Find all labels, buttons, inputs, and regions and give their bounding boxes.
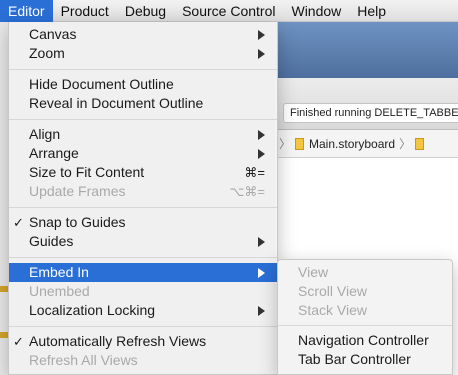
menu-item-canvas[interactable]: Canvas xyxy=(9,25,277,44)
file-marker-icon xyxy=(0,286,8,292)
menu-separator xyxy=(278,325,452,326)
menu-item-localization-locking[interactable]: Localization Locking xyxy=(9,301,277,320)
menu-item-update-frames: Update Frames ⌥⌘= xyxy=(9,182,277,201)
left-strip xyxy=(0,22,8,375)
embed-in-submenu: View Scroll View Stack View Navigation C… xyxy=(277,259,453,375)
menu-item-snap-to-guides[interactable]: ✓ Snap to Guides xyxy=(9,213,277,232)
submenu-item-label: Navigation Controller xyxy=(298,332,429,348)
checkmark-icon: ✓ xyxy=(13,215,24,230)
menu-separator xyxy=(9,207,277,208)
storyboard-file-icon xyxy=(295,137,305,150)
window-background xyxy=(275,22,458,78)
menu-item-embed-in[interactable]: Embed In xyxy=(9,263,277,282)
menu-item-label: Size to Fit Content xyxy=(29,164,145,180)
submenu-arrow-icon xyxy=(258,130,265,140)
file-marker-icon xyxy=(0,332,8,338)
checkmark-icon: ✓ xyxy=(13,334,24,349)
menu-item-label: Embed In xyxy=(29,264,89,280)
submenu-item-navigation-controller[interactable]: Navigation Controller xyxy=(278,331,452,350)
submenu-item-label: View xyxy=(298,264,329,280)
submenu-item-view: View xyxy=(278,263,452,282)
menu-item-zoom[interactable]: Zoom xyxy=(9,44,277,63)
menu-item-unembed: Unembed xyxy=(9,282,277,301)
menu-item-size-to-fit-content[interactable]: Size to Fit Content ⌘= xyxy=(9,163,277,182)
menu-item-label: Canvas xyxy=(29,26,77,42)
chevron-right-icon: 〉 xyxy=(399,137,412,151)
menu-item-guides[interactable]: Guides xyxy=(9,232,277,251)
breadcrumb-item[interactable]: Main.storyboard xyxy=(295,137,395,151)
menu-separator xyxy=(9,119,277,120)
menu-item-label: Refresh All Views xyxy=(29,352,138,368)
menu-shortcut: ⌘= xyxy=(244,165,265,180)
menu-item-label: Zoom xyxy=(29,45,65,61)
breadcrumb-label: Main.storyboard xyxy=(309,136,396,151)
menu-separator xyxy=(9,257,277,258)
menu-item-refresh-all-views: Refresh All Views xyxy=(9,351,277,370)
menu-item-label: Align xyxy=(29,126,61,142)
chevron-right-icon: 〉 xyxy=(279,137,292,151)
menu-window[interactable]: Window xyxy=(283,0,349,22)
submenu-arrow-icon xyxy=(258,49,265,59)
submenu-item-stack-view: Stack View xyxy=(278,301,452,320)
submenu-item-tab-bar-controller[interactable]: Tab Bar Controller xyxy=(278,350,452,369)
storyboard-file-icon xyxy=(415,137,425,150)
menu-item-automatically-refresh-views[interactable]: ✓ Automatically Refresh Views xyxy=(9,332,277,351)
menu-source-control[interactable]: Source Control xyxy=(174,0,283,22)
menu-help[interactable]: Help xyxy=(349,0,394,22)
submenu-arrow-icon xyxy=(258,237,265,247)
menu-product[interactable]: Product xyxy=(53,0,117,22)
menu-shortcut: ⌥⌘= xyxy=(229,184,265,199)
activity-status: Finished running DELETE_TABBE xyxy=(283,103,458,123)
menu-item-reveal-in-document-outline[interactable]: Reveal in Document Outline xyxy=(9,94,277,113)
submenu-arrow-icon xyxy=(258,30,265,40)
menu-separator xyxy=(9,69,277,70)
menu-separator xyxy=(9,326,277,327)
menu-item-label: Arrange xyxy=(29,145,79,161)
submenu-item-label: Stack View xyxy=(298,302,367,318)
menu-item-label: Hide Document Outline xyxy=(29,76,174,92)
menu-item-arrange[interactable]: Arrange xyxy=(9,144,277,163)
editor-menu: Canvas Zoom Hide Document Outline Reveal… xyxy=(8,22,278,375)
submenu-item-label: Scroll View xyxy=(298,283,367,299)
menu-item-align[interactable]: Align xyxy=(9,125,277,144)
jump-bar: 〉 Main.storyboard 〉 xyxy=(275,130,458,158)
submenu-arrow-icon xyxy=(258,268,265,278)
menu-item-label: Reveal in Document Outline xyxy=(29,95,204,111)
menu-editor[interactable]: Editor xyxy=(0,0,53,22)
menu-item-label: Unembed xyxy=(29,283,90,299)
menu-item-label: Snap to Guides xyxy=(29,214,126,230)
submenu-arrow-icon xyxy=(258,306,265,316)
menu-item-label: Localization Locking xyxy=(29,302,156,318)
menu-debug[interactable]: Debug xyxy=(117,0,174,22)
menu-item-label: Update Frames xyxy=(29,183,126,199)
submenu-arrow-icon xyxy=(258,149,265,159)
menu-item-label: Guides xyxy=(29,233,74,249)
menu-item-hide-document-outline[interactable]: Hide Document Outline xyxy=(9,75,277,94)
submenu-item-label: Tab Bar Controller xyxy=(298,351,411,367)
menu-item-label: Automatically Refresh Views xyxy=(29,333,207,349)
menu-bar: Editor Product Debug Source Control Wind… xyxy=(0,0,458,22)
submenu-item-scroll-view: Scroll View xyxy=(278,282,452,301)
